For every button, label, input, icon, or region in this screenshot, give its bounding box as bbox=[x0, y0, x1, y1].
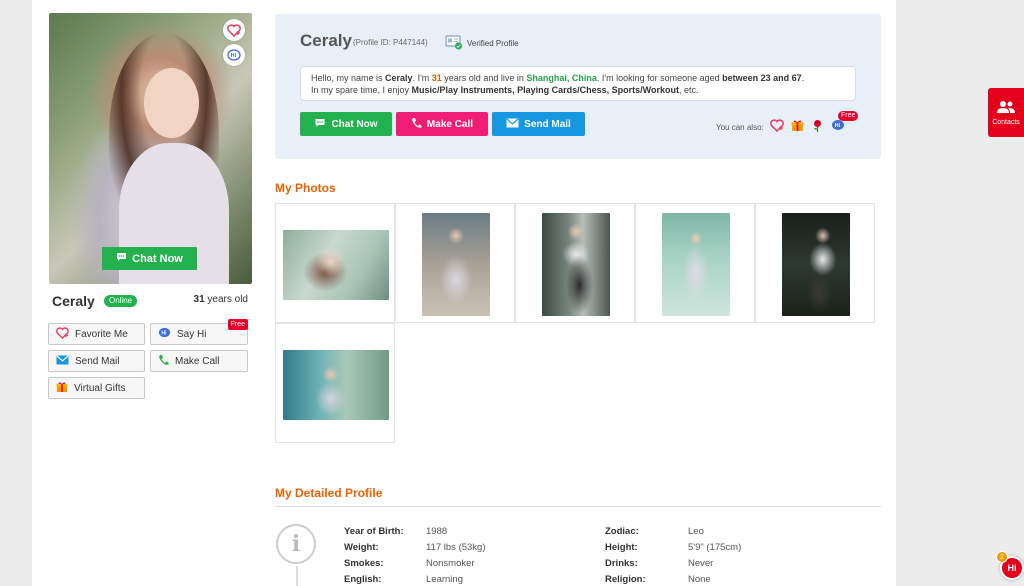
photo-thumb[interactable] bbox=[755, 203, 875, 323]
make-call-button[interactable]: Make Call bbox=[150, 350, 248, 372]
favorite-me-label: Favorite Me bbox=[75, 328, 128, 340]
heart-plus-icon bbox=[56, 326, 69, 342]
virtual-gifts-button[interactable]: Virtual Gifts bbox=[48, 377, 145, 399]
free-tag: Free bbox=[838, 111, 859, 121]
contacts-label: Contacts bbox=[992, 118, 1020, 126]
verified-profile: Verified Profile bbox=[445, 34, 519, 52]
chat-bubble-icon bbox=[116, 252, 127, 265]
age-text: 31 years old bbox=[193, 294, 248, 305]
free-tag: Free bbox=[227, 319, 248, 330]
gift-icon[interactable] bbox=[790, 118, 805, 133]
intro-name: Ceraly bbox=[300, 31, 352, 50]
bio-text: Hello, my name is Ceraly. I'm 31 years o… bbox=[300, 66, 856, 101]
profile-id: (Profile ID: P447144) bbox=[353, 38, 428, 47]
send-mail-button[interactable]: Send Mail bbox=[48, 350, 145, 372]
left-name-row: Ceraly Online 31 years old bbox=[52, 293, 248, 311]
make-call-label: Make Call bbox=[426, 118, 474, 130]
send-mail-label: Send Mail bbox=[524, 118, 571, 130]
hi-bubble-icon: Hi bbox=[158, 327, 171, 342]
main-profile-photo[interactable]: Hi Chat Now bbox=[49, 13, 252, 284]
chat-bubble-icon bbox=[314, 118, 326, 131]
rose-icon[interactable] bbox=[810, 118, 825, 133]
you-can-also-label: You can also: bbox=[716, 123, 764, 132]
favorite-me-button[interactable]: Favorite Me bbox=[48, 323, 145, 345]
my-photos-title: My Photos bbox=[275, 181, 336, 195]
photo-thumb[interactable] bbox=[635, 203, 755, 323]
say-hi-icon[interactable]: Hi bbox=[223, 44, 245, 66]
contacts-tab[interactable]: Contacts bbox=[988, 88, 1024, 137]
phone-icon bbox=[411, 117, 422, 132]
verified-label: Verified Profile bbox=[467, 38, 519, 48]
svg-text:Hi: Hi bbox=[161, 330, 167, 336]
photos-grid bbox=[275, 203, 875, 444]
svg-text:Hi: Hi bbox=[231, 53, 237, 59]
photo-thumb[interactable] bbox=[515, 203, 635, 323]
phone-icon bbox=[158, 354, 169, 369]
photo-chat-now-button[interactable]: Chat Now bbox=[102, 247, 197, 270]
profile-page: Hi Chat Now Ceraly Online 31 years old F… bbox=[32, 0, 896, 586]
contacts-icon bbox=[996, 100, 1016, 116]
hi-count-badge: 2 bbox=[996, 551, 1008, 563]
photo-thumb[interactable] bbox=[275, 323, 395, 443]
photo-thumb[interactable] bbox=[275, 203, 395, 323]
mail-icon bbox=[506, 118, 519, 131]
section-divider bbox=[275, 506, 881, 507]
favorite-heart-icon[interactable] bbox=[769, 118, 784, 133]
chat-now-label: Chat Now bbox=[331, 118, 378, 130]
chat-now-button[interactable]: Chat Now bbox=[300, 112, 392, 136]
send-mail-button[interactable]: Send Mail bbox=[492, 112, 585, 136]
verified-id-icon bbox=[445, 34, 463, 52]
profile-name: Ceraly bbox=[52, 293, 95, 309]
make-call-button[interactable]: Make Call bbox=[396, 112, 488, 136]
svg-text:Hi: Hi bbox=[834, 123, 840, 129]
online-badge: Online bbox=[104, 295, 138, 307]
photo-thumb[interactable] bbox=[395, 203, 515, 323]
chat-now-label: Chat Now bbox=[132, 252, 183, 265]
say-hi-label: Say Hi bbox=[177, 328, 207, 340]
profile-intro-box: Ceraly (Profile ID: P447144) Verified Pr… bbox=[275, 14, 881, 159]
detailed-profile-title: My Detailed Profile bbox=[275, 486, 383, 500]
send-mail-label: Send Mail bbox=[75, 355, 120, 367]
virtual-gifts-label: Virtual Gifts bbox=[74, 382, 126, 394]
info-icon: i bbox=[276, 524, 316, 564]
gift-icon bbox=[56, 381, 68, 396]
mail-icon bbox=[56, 355, 69, 368]
favorite-heart-icon[interactable] bbox=[223, 19, 245, 41]
say-hi-button[interactable]: Hi Say Hi Free bbox=[150, 319, 248, 345]
make-call-label: Make Call bbox=[175, 355, 220, 367]
